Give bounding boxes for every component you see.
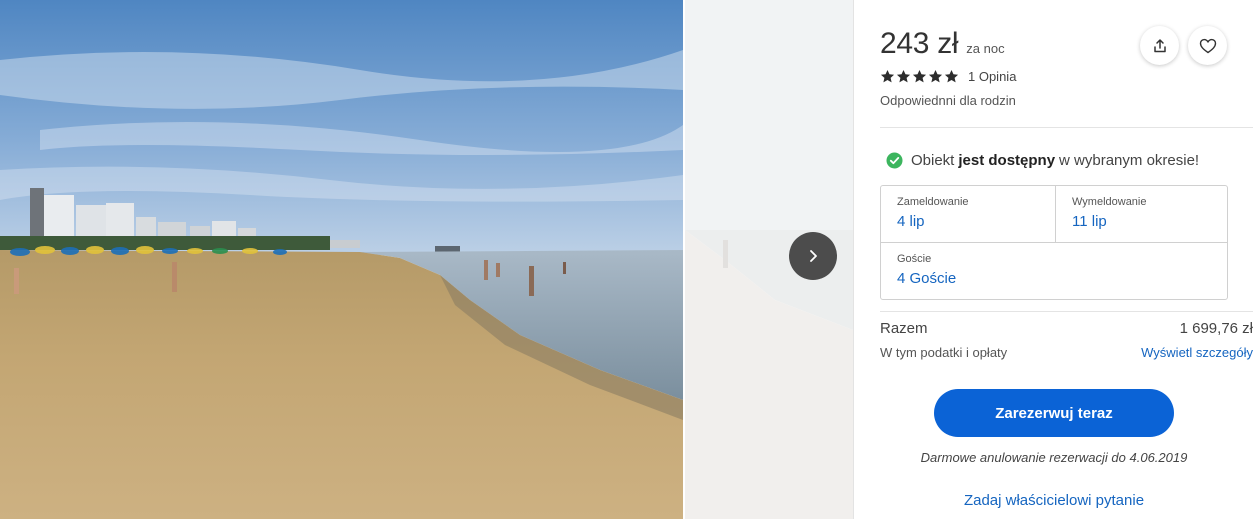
favorite-button[interactable] bbox=[1188, 26, 1227, 65]
check-circle-icon bbox=[886, 152, 903, 169]
divider bbox=[880, 311, 1253, 312]
availability-prefix: Obiekt bbox=[911, 152, 955, 169]
checkin-value: 4 lip bbox=[897, 213, 925, 230]
price-row: 243 zł za noc bbox=[880, 27, 1005, 61]
book-now-button[interactable]: Zarezerwuj teraz bbox=[934, 389, 1174, 437]
star-icon bbox=[944, 69, 959, 83]
star-icon bbox=[880, 69, 895, 83]
cancellation-note: Darmowe anulowanie rezerwacji do 4.06.20… bbox=[920, 450, 1188, 465]
star-icon bbox=[928, 69, 943, 83]
star-icon bbox=[896, 69, 911, 83]
checkin-label: Zameldowanie bbox=[897, 196, 969, 208]
tax-label: W tym podatki i opłaty bbox=[880, 345, 1008, 360]
booking-panel: 243 zł za noc 1 Opinia Odpowiednni dla r… bbox=[853, 0, 1253, 519]
availability-suffix: w wybranym okresie! bbox=[1059, 152, 1200, 169]
next-photo-button[interactable] bbox=[789, 232, 837, 280]
price-unit: za noc bbox=[966, 41, 1005, 56]
reviews-link[interactable]: 1 Opinia bbox=[968, 69, 1016, 84]
rating-row: 1 Opinia bbox=[880, 69, 1016, 84]
divider bbox=[880, 127, 1253, 128]
availability-status: Obiekt jest dostępny w wybranym okresie! bbox=[886, 152, 1199, 169]
guests-value: 4 Goście bbox=[897, 270, 957, 287]
total-price: 1 699,76 zł bbox=[1179, 320, 1253, 337]
share-icon bbox=[1153, 38, 1166, 52]
guests-label: Goście bbox=[897, 253, 932, 265]
chevron-right-icon bbox=[810, 250, 817, 262]
price: 243 zł bbox=[880, 27, 959, 60]
share-button[interactable] bbox=[1140, 26, 1179, 65]
family-tag: Odpowiednni dla rodzin bbox=[880, 93, 1016, 108]
checkout-value: 11 lip bbox=[1072, 213, 1107, 230]
price-details-link[interactable]: Wyświetl szczegóły bbox=[1141, 345, 1253, 360]
heart-icon bbox=[1199, 38, 1216, 53]
rating-stars bbox=[880, 69, 959, 84]
ask-owner-link[interactable]: Zadaj właścicielowi pytanie bbox=[880, 492, 1228, 509]
total-label: Razem bbox=[880, 320, 928, 337]
star-icon bbox=[912, 69, 927, 83]
guests-field[interactable]: Goście 4 Goście bbox=[881, 243, 1227, 299]
stay-details-box: Zameldowanie 4 lip Wymeldowanie 11 lip G… bbox=[880, 185, 1228, 300]
photo-gallery bbox=[0, 0, 853, 519]
checkout-field[interactable]: Wymeldowanie 11 lip bbox=[1056, 186, 1227, 243]
checkout-label: Wymeldowanie bbox=[1072, 196, 1147, 208]
checkin-field[interactable]: Zameldowanie 4 lip bbox=[881, 186, 1056, 243]
availability-status-text: jest dostępny bbox=[958, 152, 1056, 169]
beach-photo[interactable] bbox=[0, 0, 683, 519]
